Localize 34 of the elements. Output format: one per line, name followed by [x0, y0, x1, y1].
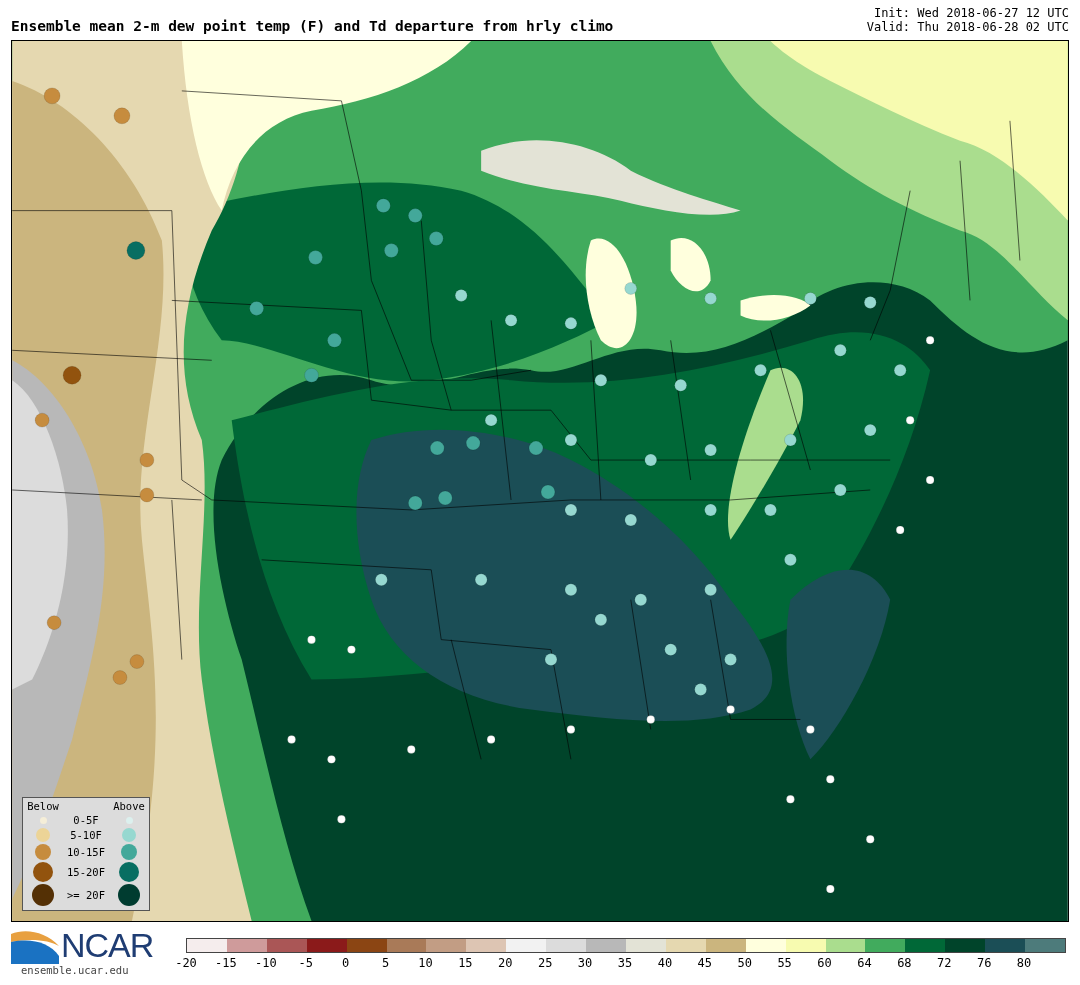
- legend-header: Above: [113, 800, 145, 812]
- tick-label: 55: [777, 956, 792, 970]
- tick-label: -10: [254, 956, 277, 970]
- tick-label: 10: [418, 956, 433, 970]
- website-url: ensemble.ucar.edu: [21, 964, 130, 976]
- legend-label: 5-10F: [70, 829, 102, 841]
- tick-label: 64: [857, 956, 872, 970]
- legend-label: 0-5F: [73, 814, 99, 826]
- tick-label: 60: [817, 956, 832, 970]
- valid-time: Valid: Thu 2018-06-28 02 UTC: [866, 20, 1069, 34]
- tick-label: 0: [342, 956, 350, 970]
- tick-label: 30: [577, 956, 593, 970]
- chart-title: Ensemble mean 2-m dew point temp (F) and Td departure from hrly climo: [11, 18, 614, 34]
- tick-label: 25: [537, 956, 553, 970]
- tick-label: 35: [617, 956, 633, 970]
- legend-header: Below: [27, 800, 59, 812]
- legend-label: 15-20F: [67, 866, 105, 878]
- legend-label: 10-15F: [67, 846, 105, 858]
- tick-label: 20: [498, 956, 513, 970]
- tick-label: 15: [458, 956, 473, 970]
- logo-wordmark: NCAR: [61, 927, 154, 963]
- tick-label: 40: [657, 956, 673, 970]
- init-time: Init: Wed 2018-06-27 12 UTC: [873, 6, 1069, 20]
- tick-label: 45: [697, 956, 713, 970]
- legend-label: >= 20F: [67, 889, 105, 901]
- tick-label: -20: [175, 956, 197, 970]
- tick-label: 5: [381, 956, 390, 970]
- tick-label: -5: [298, 956, 313, 970]
- tick-label: 72: [937, 956, 952, 970]
- tick-label: 76: [976, 956, 992, 970]
- tick-label: 68: [897, 956, 912, 970]
- tick-label: -15: [215, 956, 237, 970]
- tick-label: 50: [737, 956, 752, 970]
- tick-label: 80: [1016, 956, 1032, 970]
